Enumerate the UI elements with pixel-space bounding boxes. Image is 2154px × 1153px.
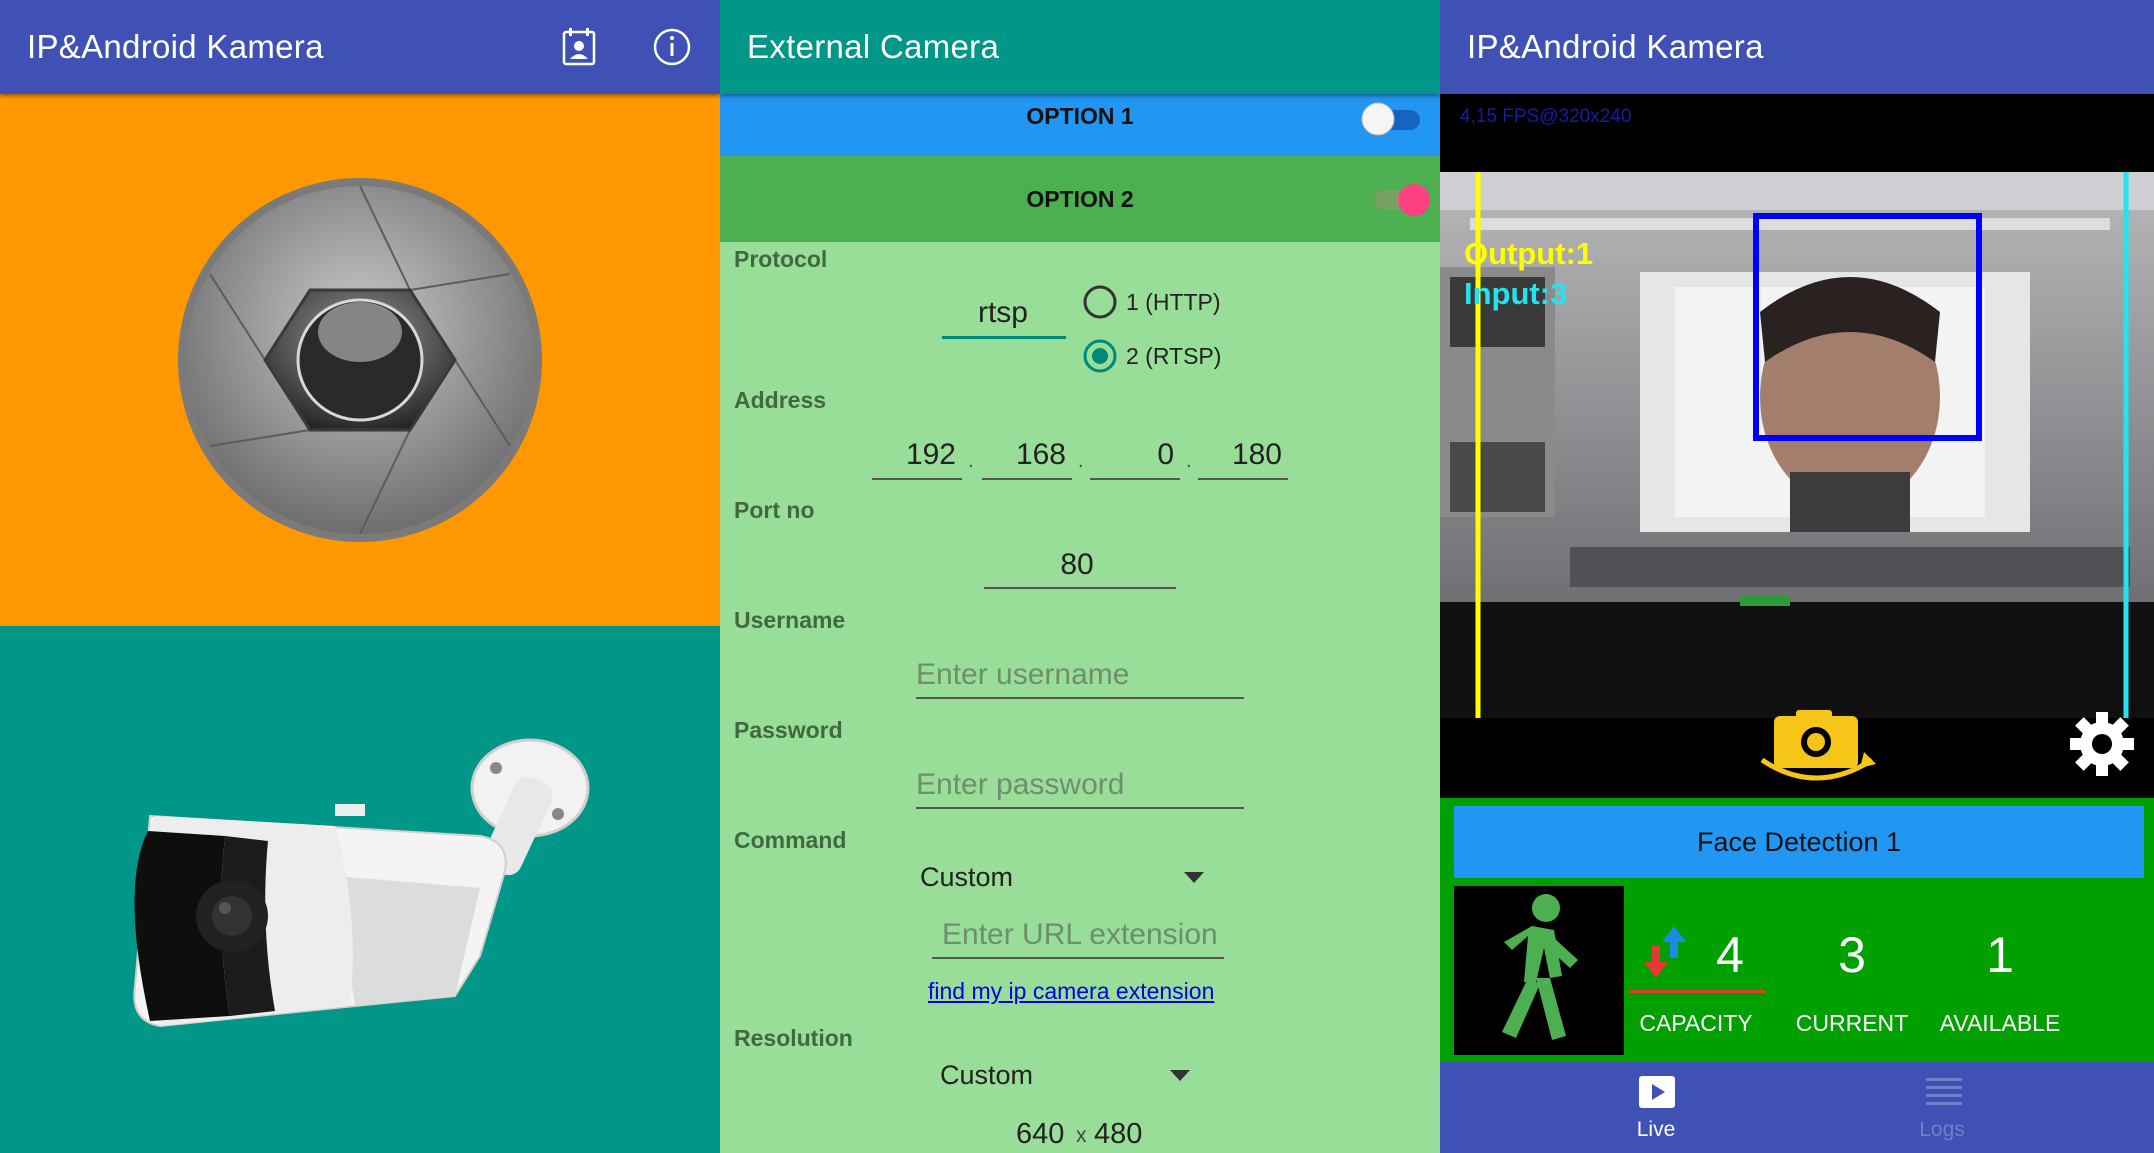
output-count: Output:1	[1464, 236, 1594, 271]
radio-rtsp-label[interactable]: 2 (RTSP)	[1126, 343, 1221, 370]
home-screen: IP&Android Kamera	[0, 0, 720, 1153]
fps-readout: 4,15 FPS@320x240	[1460, 106, 1632, 127]
ip-octet-4[interactable]: 180	[1198, 438, 1282, 472]
info-icon[interactable]	[648, 23, 696, 71]
gear-icon[interactable]	[2066, 708, 2138, 780]
resolution-label: Resolution	[734, 1025, 853, 1051]
protocol-underline	[942, 336, 1066, 339]
face-detection-title[interactable]: Face Detection 1	[1454, 806, 2144, 878]
current-label: CURRENT	[1795, 1010, 1909, 1036]
resolution-height[interactable]: 480	[1094, 1118, 1142, 1151]
resolution-dropdown[interactable]: Custom	[940, 1060, 1202, 1100]
command-selected: Custom	[920, 862, 1014, 892]
username-underline	[916, 697, 1244, 699]
ip-octet-2[interactable]: 168	[982, 438, 1066, 472]
password-underline	[916, 807, 1244, 809]
capacity-value: 4	[1716, 927, 1744, 983]
camera-aperture-icon	[178, 178, 542, 542]
walking-person-box	[1454, 886, 1624, 1055]
option2-switch[interactable]	[1368, 178, 1438, 222]
app-bar: IP&Android Kamera	[1440, 0, 2154, 94]
app-title: IP&Android Kamera	[1467, 28, 1764, 65]
available-value: 1	[1986, 927, 2014, 983]
port-underline	[984, 587, 1176, 589]
ip-octet-2-underline	[982, 478, 1072, 480]
app-bar: IP&Android Kamera	[0, 0, 720, 94]
nav-logs-label: Logs	[1919, 1118, 1965, 1141]
available-label: AVAILABLE	[1939, 1010, 2061, 1036]
ip-dot-1: .	[968, 450, 974, 472]
url-extension-underline	[932, 957, 1224, 959]
protocol-label: Protocol	[734, 246, 828, 272]
address-label: Address	[734, 387, 827, 413]
resolution-selected: Custom	[940, 1060, 1034, 1090]
radio-http-label[interactable]: 1 (HTTP)	[1126, 289, 1221, 316]
input-count: Input:3	[1464, 276, 1568, 311]
security-camera-icon	[133, 738, 590, 1028]
password-input[interactable]: Enter password	[916, 768, 1124, 802]
screen-title: External Camera	[747, 28, 1000, 65]
username-input[interactable]: Enter username	[916, 658, 1129, 692]
url-extension-input[interactable]: Enter URL extension	[942, 918, 1218, 952]
ip-dot-2: .	[1078, 450, 1084, 472]
camera-feed[interactable]: Output:1 Input:3	[1440, 172, 2154, 718]
option1-row[interactable]: OPTION 1	[720, 94, 1440, 156]
find-extension-link[interactable]: find my ip camera extension	[928, 978, 1214, 1005]
nav-live[interactable]: Live	[1596, 1062, 1716, 1153]
password-label: Password	[734, 717, 843, 743]
live-view-screen: 4,15 FPS@320x240 Output:1 Input:3 Face D…	[1440, 0, 2154, 1153]
radio-rtsp[interactable]	[1082, 338, 1118, 374]
external-camera-tile[interactable]	[0, 626, 720, 1153]
nav-live-label: Live	[1636, 1118, 1676, 1141]
ip-octet-4-underline	[1198, 478, 1288, 480]
option2-label: OPTION 2	[1026, 186, 1134, 212]
app-title: IP&Android Kamera	[27, 28, 324, 65]
ip-octet-3[interactable]: 0	[1090, 438, 1174, 472]
option2-row[interactable]: OPTION 2	[720, 156, 1440, 242]
bottom-navigation: Live Logs	[1440, 1062, 2154, 1153]
command-dropdown[interactable]: Custom	[920, 862, 1220, 902]
contact-calendar-icon[interactable]	[555, 23, 603, 71]
resolution-x: x	[1076, 1124, 1087, 1147]
nav-logs[interactable]: Logs	[1882, 1062, 2002, 1153]
ip-dot-3: .	[1186, 450, 1192, 472]
current-value: 3	[1838, 927, 1866, 983]
port-input[interactable]: 80	[984, 548, 1170, 582]
ip-octet-1-underline	[872, 478, 962, 480]
list-icon	[1926, 1078, 1962, 1105]
switch-camera-icon[interactable]	[1754, 708, 1882, 784]
port-label: Port no	[734, 497, 815, 523]
walking-person-icon	[1502, 894, 1578, 1040]
resolution-width[interactable]: 640	[1016, 1118, 1064, 1151]
option1-switch[interactable]	[1358, 98, 1428, 138]
app-bar: External Camera	[720, 0, 1440, 94]
protocol-input[interactable]: rtsp	[944, 296, 1028, 330]
option1-label: OPTION 1	[1026, 103, 1134, 129]
ip-octet-3-underline	[1090, 478, 1180, 480]
ip-octet-1[interactable]: 192	[872, 438, 956, 472]
username-label: Username	[734, 607, 846, 633]
ip-camera-tile[interactable]	[0, 94, 720, 626]
external-camera-form: OPTION 1 OPTION 2 Protocol rtsp 1 (HTTP)…	[720, 0, 1440, 1153]
capacity-label: CAPACITY	[1639, 1010, 1753, 1036]
capacity-underline	[1630, 990, 1766, 993]
radio-http[interactable]	[1082, 284, 1118, 320]
command-label: Command	[734, 827, 847, 853]
play-video-icon	[1639, 1076, 1675, 1108]
chevron-down-icon	[1184, 872, 1204, 883]
chevron-down-icon	[1170, 1070, 1190, 1081]
